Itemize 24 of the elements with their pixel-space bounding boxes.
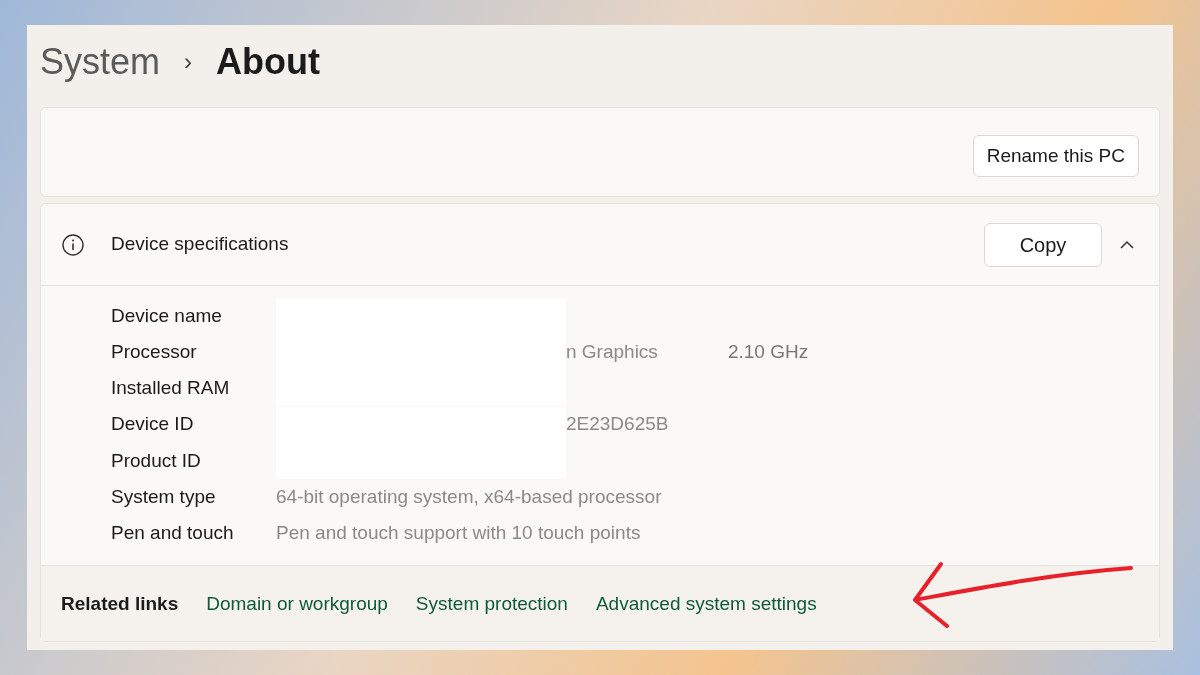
page-title: About <box>216 40 320 84</box>
section-title: Device specifications <box>111 232 289 257</box>
spec-label: System type <box>111 484 217 509</box>
spec-label: Installed RAM <box>111 376 231 401</box>
spec-value: Pen and touch support with 10 touch points <box>276 520 641 545</box>
chevron-up-icon[interactable] <box>1119 239 1135 250</box>
related-link[interactable]: Advanced system settings <box>595 589 817 619</box>
related-links-label: Related links <box>61 591 179 616</box>
spec-value: 64-bit operating system, x64-based processor <box>276 484 662 509</box>
spec-label: Device ID <box>111 412 195 437</box>
spec-value: n Graphics <box>566 340 658 365</box>
breadcrumb-parent[interactable]: System <box>40 35 161 89</box>
related-link[interactable]: Domain or workgroup <box>206 589 388 619</box>
spec-extra-value: 2.10 GHz <box>727 340 809 365</box>
breadcrumb-separator: › <box>184 47 193 77</box>
spec-label: Device name <box>111 303 223 328</box>
related-link[interactable]: System protection <box>415 589 568 619</box>
spec-value: 2E23D625B <box>566 412 669 437</box>
info-icon <box>61 232 85 257</box>
spec-label: Product ID <box>111 448 202 473</box>
spec-label: Pen and touch <box>111 520 235 545</box>
rename-button[interactable]: Rename this PC <box>972 135 1139 177</box>
spec-label: Processor <box>111 340 198 365</box>
copy-button[interactable]: Copy <box>984 222 1102 267</box>
